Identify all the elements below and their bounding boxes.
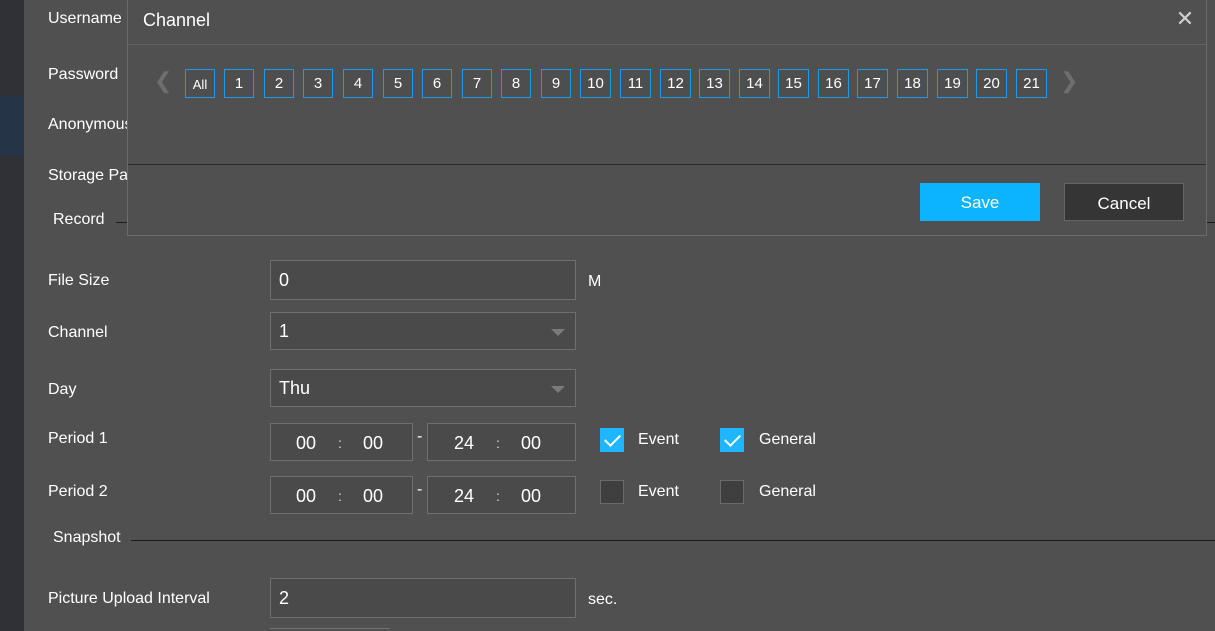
- period2-start-hour[interactable]: 00: [296, 486, 316, 507]
- period1-start-hour[interactable]: 00: [296, 433, 316, 454]
- channel-button[interactable]: 7: [462, 69, 492, 98]
- time-colon: :: [338, 488, 342, 504]
- snapshot-section-divider: [131, 540, 1215, 541]
- channel-button[interactable]: 11: [620, 69, 651, 98]
- picture-upload-interval-unit: sec.: [588, 591, 618, 608]
- channel-modal: Channel ✕ ❮ All 1 2 3 4 5 6 7 8 9 10 11 12 13 14 15 16 17…: [127, 0, 1207, 236]
- channel-select-value: 1: [279, 321, 290, 341]
- period2-end-hour[interactable]: 24: [454, 486, 474, 507]
- channel-select[interactable]: 1: [270, 312, 576, 350]
- period2-event-label: Event: [638, 483, 679, 500]
- period1-dash: -: [417, 428, 423, 445]
- channel-button[interactable]: 19: [937, 69, 968, 98]
- period2-label: Period 2: [48, 483, 108, 500]
- channel-button[interactable]: 1: [224, 69, 254, 98]
- channel-button[interactable]: 10: [580, 69, 611, 98]
- file-size-label: File Size: [48, 272, 110, 289]
- username-label: Username: [48, 10, 122, 27]
- period1-start-time[interactable]: 00 : 00: [270, 423, 413, 461]
- channel-button[interactable]: 15: [778, 69, 809, 98]
- channel-button[interactable]: 2: [264, 69, 294, 98]
- period2-general-checkbox[interactable]: [720, 480, 744, 504]
- channel-button[interactable]: 4: [343, 69, 373, 98]
- period2-general-label: General: [759, 483, 816, 500]
- channel-button[interactable]: 18: [897, 69, 928, 98]
- period2-event-checkbox[interactable]: [600, 480, 624, 504]
- left-navigation-rail: [0, 0, 24, 631]
- channel-button[interactable]: 6: [422, 69, 452, 98]
- save-button[interactable]: Save: [920, 183, 1040, 221]
- rail-active-item[interactable]: [0, 96, 24, 156]
- channel-button[interactable]: 5: [383, 69, 413, 98]
- time-colon: :: [496, 488, 500, 504]
- record-section-title: Record: [53, 211, 105, 228]
- period2-end-minute[interactable]: 00: [521, 486, 541, 507]
- period1-general-checkbox[interactable]: [720, 428, 744, 452]
- snapshot-section-title: Snapshot: [53, 529, 121, 546]
- cancel-button[interactable]: Cancel: [1064, 183, 1184, 221]
- channel-label: Channel: [48, 324, 108, 341]
- period2-start-time[interactable]: 00 : 00: [270, 476, 413, 514]
- channel-button[interactable]: 13: [699, 69, 730, 98]
- period1-general-label: General: [759, 431, 816, 448]
- anonymous-label: Anonymous: [48, 116, 133, 133]
- picture-upload-interval-label: Picture Upload Interval: [48, 590, 210, 607]
- modal-footer-divider: [128, 164, 1206, 165]
- time-colon: :: [496, 435, 500, 451]
- picture-upload-interval-input[interactable]: 2: [270, 578, 576, 618]
- channel-button[interactable]: 21: [1016, 69, 1047, 98]
- period1-end-minute[interactable]: 00: [521, 433, 541, 454]
- channel-button[interactable]: 17: [857, 69, 888, 98]
- period2-dash: -: [417, 481, 423, 498]
- channel-button[interactable]: 8: [501, 69, 531, 98]
- period1-label: Period 1: [48, 430, 108, 447]
- time-colon: :: [338, 435, 342, 451]
- period1-event-checkbox[interactable]: [600, 428, 624, 452]
- channel-button[interactable]: 14: [739, 69, 770, 98]
- file-size-unit: M: [588, 273, 602, 290]
- modal-title: Channel: [143, 10, 211, 30]
- period1-end-time[interactable]: 24 : 00: [427, 423, 576, 461]
- channel-button[interactable]: 16: [818, 69, 849, 98]
- period2-start-minute[interactable]: 00: [363, 486, 383, 507]
- file-size-input[interactable]: 0: [270, 260, 576, 300]
- chevron-right-icon[interactable]: ❯: [1060, 68, 1078, 94]
- day-select[interactable]: Thu: [270, 369, 576, 407]
- close-icon[interactable]: ✕: [1174, 8, 1196, 30]
- chevron-left-icon[interactable]: ❮: [154, 68, 172, 94]
- channel-button[interactable]: 20: [976, 69, 1007, 98]
- period1-end-hour[interactable]: 24: [454, 433, 474, 454]
- period1-start-minute[interactable]: 00: [363, 433, 383, 454]
- chevron-down-icon: [551, 329, 565, 336]
- period1-event-label: Event: [638, 431, 679, 448]
- channel-button[interactable]: 12: [660, 69, 691, 98]
- day-label: Day: [48, 381, 77, 398]
- password-label: Password: [48, 66, 119, 83]
- modal-header-divider: [128, 44, 1206, 45]
- day-select-value: Thu: [279, 378, 311, 398]
- storage-path-label: Storage Pa: [48, 167, 129, 184]
- period2-end-time[interactable]: 24 : 00: [427, 476, 576, 514]
- channel-button[interactable]: 9: [541, 69, 571, 98]
- chevron-down-icon: [551, 386, 565, 393]
- channel-all-button[interactable]: All: [185, 69, 215, 98]
- channel-button[interactable]: 3: [303, 69, 333, 98]
